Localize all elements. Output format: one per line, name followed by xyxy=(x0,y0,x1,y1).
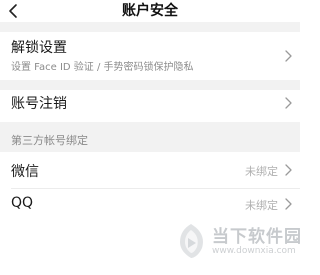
unlock-settings-description: 设置 Face ID 验证 / 手势密码锁保护隐私 xyxy=(11,62,194,73)
watermark-name: 当下软件园 xyxy=(212,227,302,247)
third-party-section-header: 第三方帐号绑定 xyxy=(0,122,300,152)
qq-label: QQ xyxy=(11,195,34,211)
third-party-section-label: 第三方帐号绑定 xyxy=(11,134,88,147)
qq-binding-row[interactable]: QQ 未绑定 xyxy=(0,189,300,219)
nav-bar: 账户安全 xyxy=(0,0,300,22)
section-gap xyxy=(0,22,300,32)
wechat-binding-status: 未绑定 xyxy=(245,165,278,178)
qq-binding-status: 未绑定 xyxy=(245,199,278,212)
chevron-right-icon xyxy=(285,50,292,62)
page-title: 账户安全 xyxy=(122,3,178,19)
wechat-binding-row[interactable]: 微信 未绑定 xyxy=(0,152,300,188)
unlock-settings-label: 解锁设置 xyxy=(11,40,67,56)
unlock-settings-row[interactable]: 解锁设置 设置 Face ID 验证 / 手势密码锁保护隐私 xyxy=(0,32,300,80)
wechat-label: 微信 xyxy=(11,164,39,180)
chevron-right-icon xyxy=(285,164,292,176)
section-gap xyxy=(0,80,300,90)
watermark-url: www.downxia.com xyxy=(212,246,296,256)
chevron-right-icon xyxy=(285,97,292,109)
watermark: 当下软件园 www.downxia.com xyxy=(172,218,302,264)
watermark-logo-icon xyxy=(180,224,203,258)
account-deactivate-label: 账号注销 xyxy=(11,96,67,112)
chevron-right-icon xyxy=(285,198,292,210)
account-deactivate-row[interactable]: 账号注销 xyxy=(0,90,300,116)
